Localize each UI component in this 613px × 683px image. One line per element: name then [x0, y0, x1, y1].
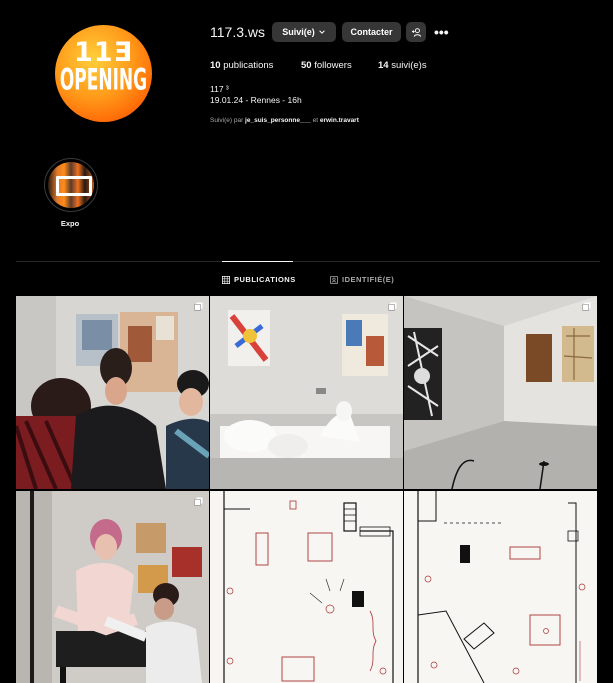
post-thumbnail[interactable]	[210, 491, 403, 683]
post-thumbnail[interactable]	[16, 296, 209, 489]
followers-number: 50	[301, 60, 312, 71]
active-tab-indicator	[222, 261, 293, 262]
post-image	[404, 491, 597, 683]
multiple-posts-icon	[582, 302, 591, 311]
story-highlight-expo[interactable]	[44, 158, 98, 212]
multiple-posts-icon	[194, 302, 203, 311]
avatar-logo-line2: OPENING	[59, 64, 148, 98]
followers-count[interactable]: 50 followers	[301, 60, 352, 71]
follow-button-label: Suivi(e)	[282, 27, 315, 37]
post-thumbnail[interactable]	[16, 491, 209, 683]
tagged-icon	[330, 275, 338, 284]
tab-tagged[interactable]: IDENTIFIÉ(E)	[330, 275, 394, 284]
profile-avatar[interactable]: 11Ǝ OPENING	[55, 25, 152, 122]
following-label: suivi(e)s	[391, 60, 427, 71]
contact-button[interactable]: Contacter	[342, 22, 401, 42]
post-thumbnail[interactable]	[404, 296, 597, 489]
tabs-divider	[16, 261, 600, 262]
post-image	[404, 296, 597, 489]
suggest-users-button[interactable]	[406, 22, 426, 42]
following-count[interactable]: 14 suivi(e)s	[378, 60, 427, 71]
post-image	[16, 491, 209, 683]
tab-tagged-label: IDENTIFIÉ(E)	[342, 275, 395, 284]
following-number: 14	[378, 60, 389, 71]
add-user-icon	[411, 27, 421, 37]
post-image	[16, 296, 209, 489]
multiple-posts-icon	[388, 302, 397, 311]
contact-button-label: Contacter	[350, 27, 393, 37]
publications-label: publications	[223, 60, 274, 71]
bio-text: 19.01.24 - Rennes - 16h	[210, 95, 302, 105]
post-thumbnail[interactable]	[210, 296, 403, 489]
post-image	[210, 296, 403, 489]
tab-publications[interactable]: PUBLICATIONS	[222, 275, 296, 284]
bio-name: 117 ³	[210, 84, 229, 94]
followed-by-prefix: Suivi(e) par	[210, 117, 244, 124]
profile-username: 117.3.ws	[210, 24, 265, 40]
chevron-down-icon	[318, 30, 325, 34]
publications-count: 10 publications	[210, 60, 273, 71]
highlight-thumbnail	[48, 162, 94, 208]
followed-by-user[interactable]: erwin.travart	[320, 117, 359, 124]
tab-publications-label: PUBLICATIONS	[234, 275, 296, 284]
more-options-icon[interactable]: •••	[434, 24, 449, 40]
highlight-label: Expo	[60, 219, 80, 228]
followed-by-user[interactable]: je_suis_personne___	[245, 117, 311, 124]
grid-icon	[222, 275, 230, 284]
post-thumbnail[interactable]	[404, 491, 597, 683]
followers-label: followers	[314, 60, 352, 71]
publications-number: 10	[210, 60, 221, 71]
multiple-posts-icon	[194, 497, 203, 506]
followed-by[interactable]: Suivi(e) par je_suis_personne___ et erwi…	[210, 117, 359, 124]
post-image	[210, 491, 403, 683]
follow-button[interactable]: Suivi(e)	[272, 22, 336, 42]
followed-by-separator: et	[312, 117, 319, 124]
